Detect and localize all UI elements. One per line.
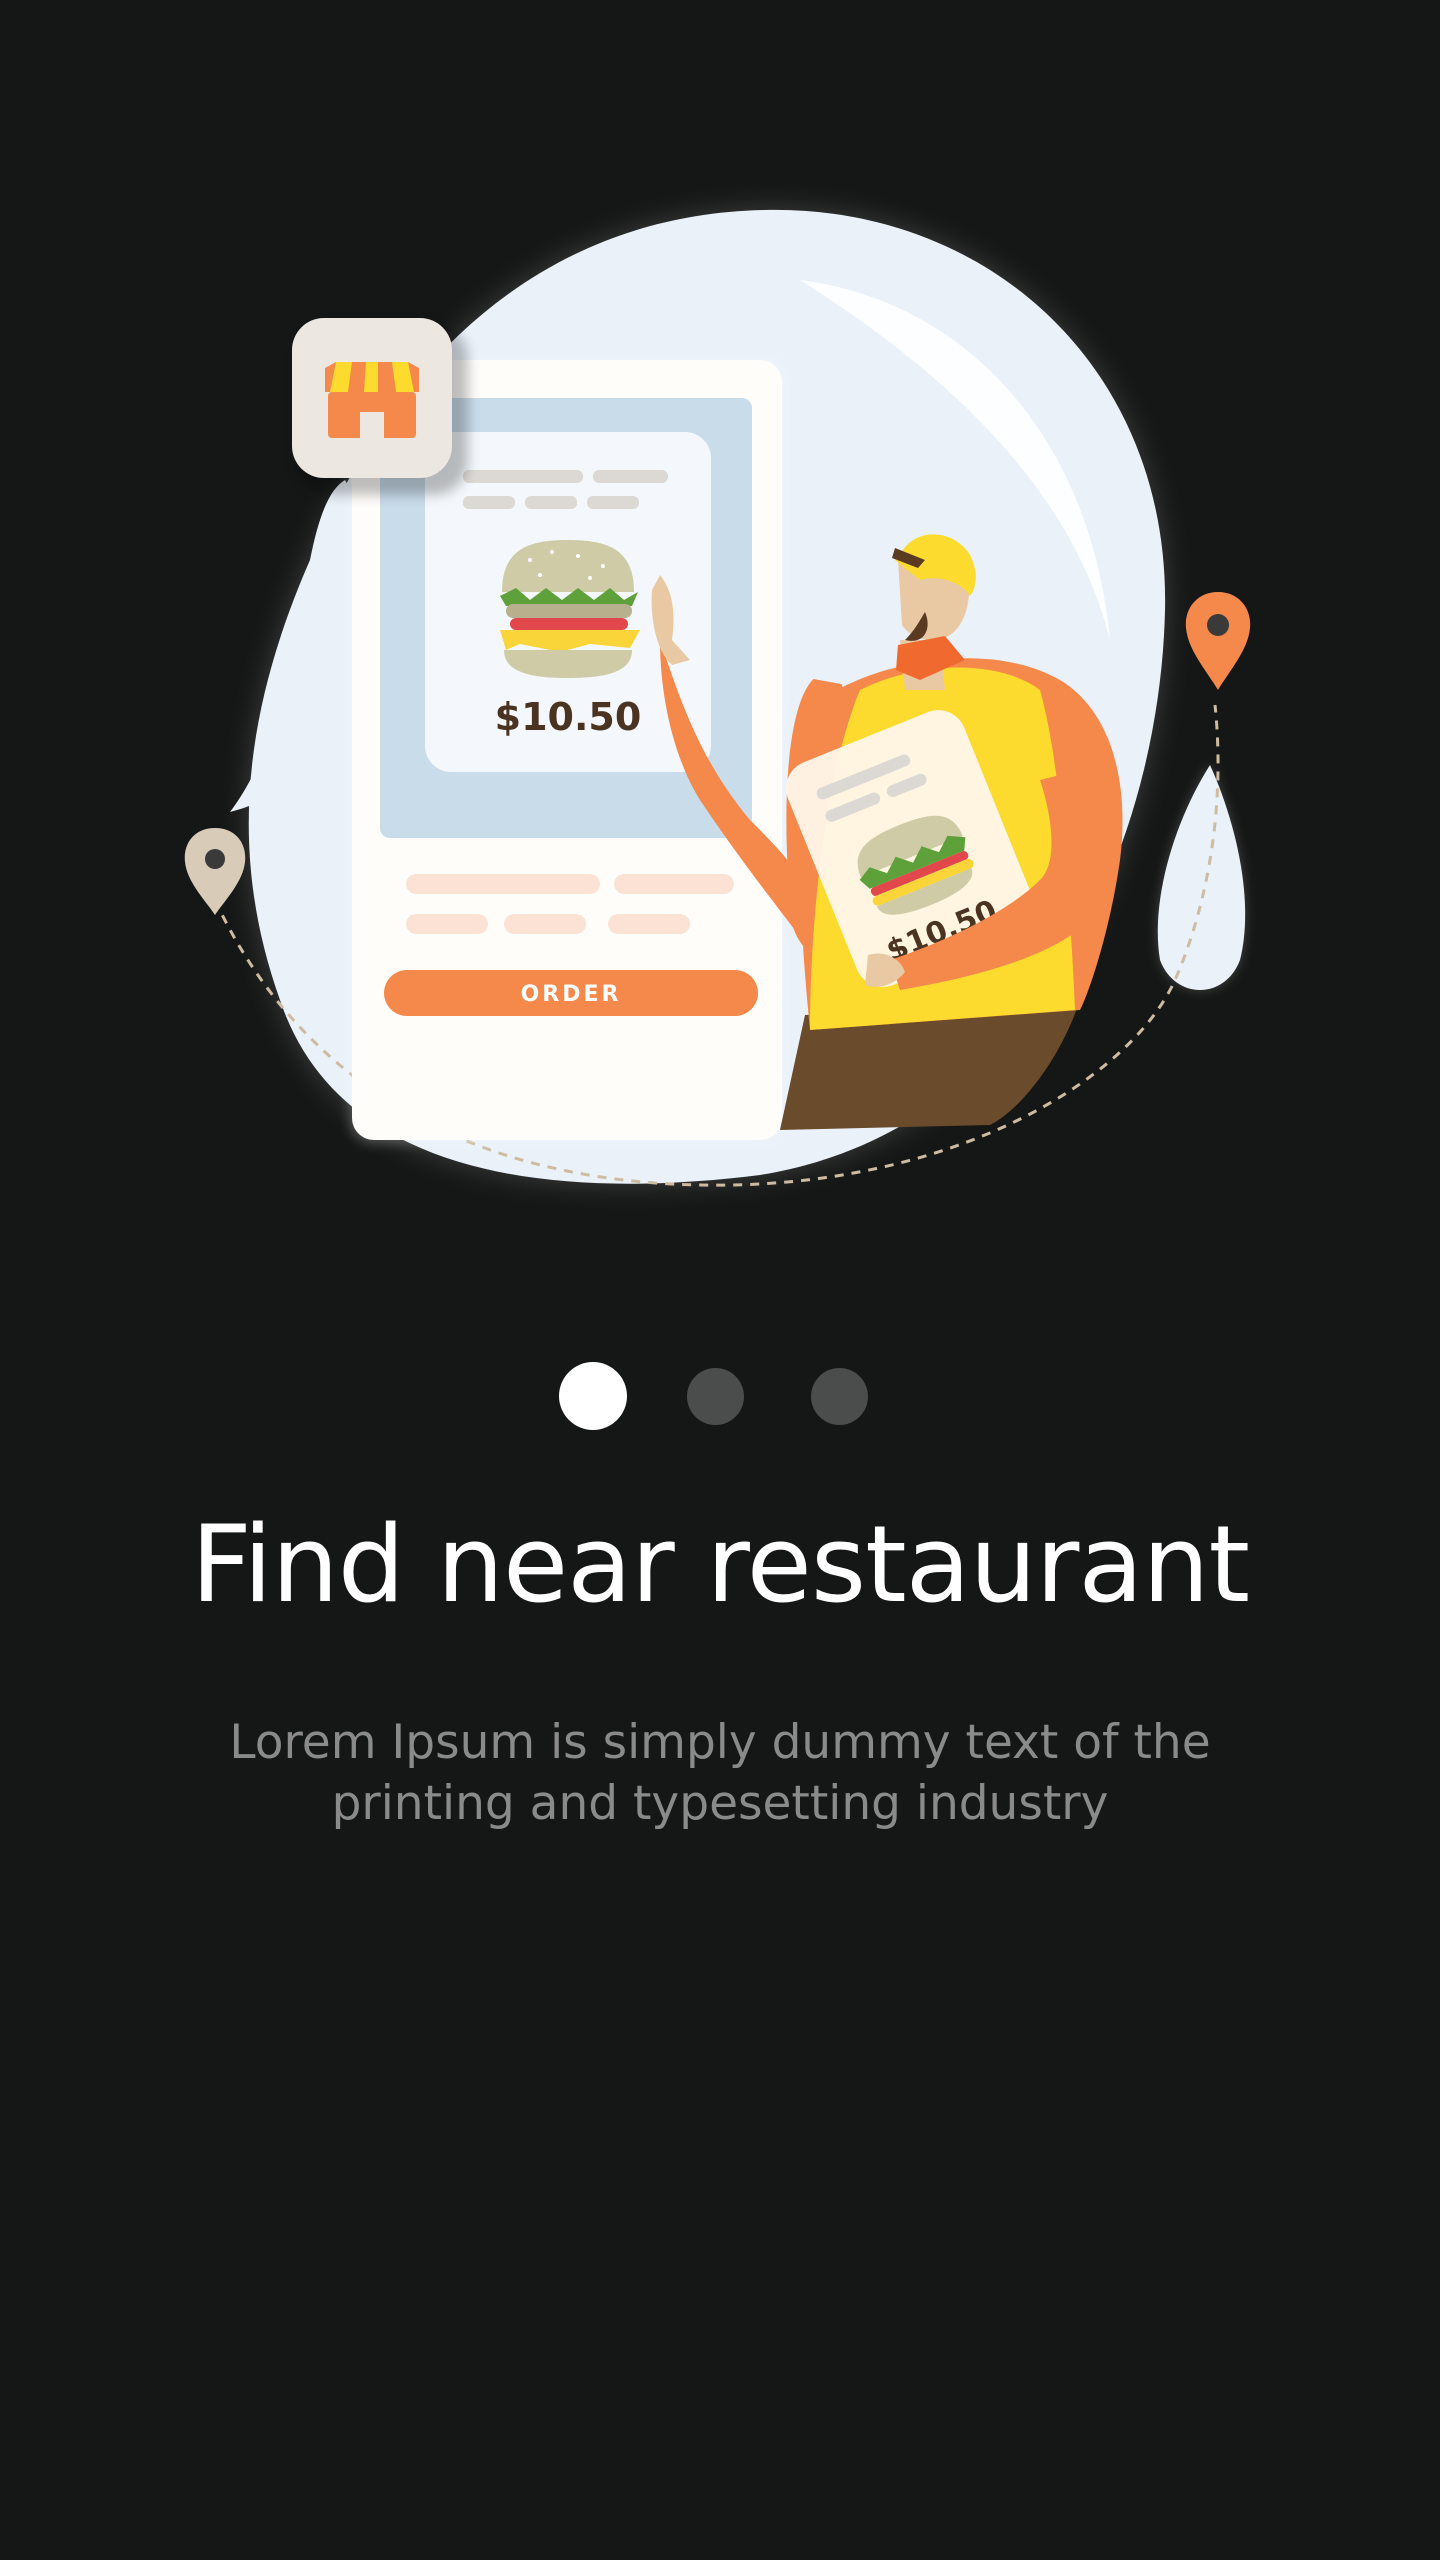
onboarding-subtitle: Lorem Ipsum is simply dummy text of the … <box>229 1715 1211 1831</box>
burger-image <box>500 540 640 678</box>
onboarding-title: Find near restaurant <box>190 1503 1250 1626</box>
onboarding-illustration: $10.50 ORDER $10.50 <box>0 0 1440 1280</box>
page-indicator-1[interactable] <box>559 1362 627 1430</box>
location-pin-icon <box>1185 592 1251 690</box>
page-indicator-2[interactable] <box>687 1368 744 1425</box>
page-indicator-3[interactable] <box>811 1368 868 1425</box>
pagination-dots <box>0 1362 1440 1432</box>
order-button-label: ORDER <box>521 982 622 1007</box>
location-pin-icon <box>184 828 246 915</box>
price-label: $10.50 <box>495 695 642 739</box>
store-icon <box>292 318 468 495</box>
